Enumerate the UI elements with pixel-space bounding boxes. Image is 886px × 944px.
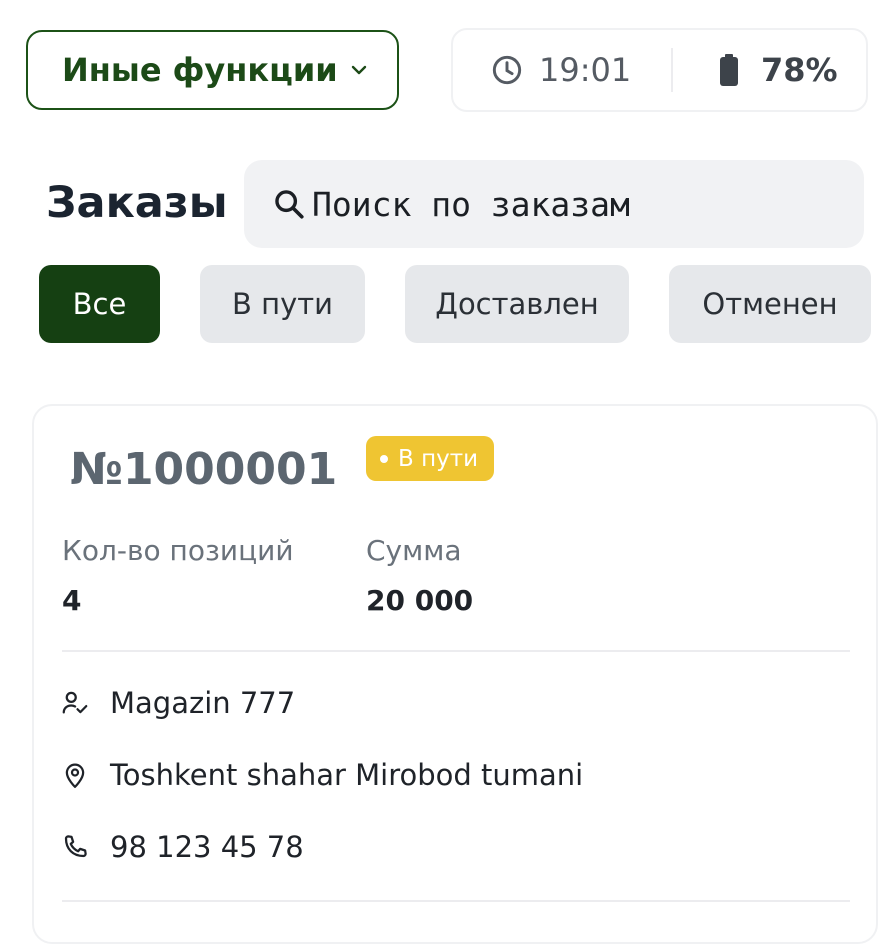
phone-row[interactable]: 98 123 45 78 bbox=[60, 830, 304, 864]
phone-icon bbox=[64, 835, 87, 858]
shop-name: Magazin 777 bbox=[110, 686, 296, 720]
tab-delivered-label: Доставлен bbox=[435, 287, 599, 321]
tab-cancelled[interactable]: Отменен bbox=[669, 265, 871, 343]
battery-icon bbox=[720, 54, 738, 86]
clock-icon bbox=[492, 55, 522, 85]
page-title: Заказы bbox=[46, 178, 228, 228]
other-functions-dropdown[interactable]: Иные функции bbox=[26, 30, 399, 110]
tab-in-transit-label: В пути bbox=[232, 287, 333, 321]
address-row: Toshkent shahar Mirobod tumani bbox=[60, 758, 583, 792]
time-status: 19:01 bbox=[453, 51, 671, 89]
card-divider-bottom bbox=[62, 900, 850, 902]
order-card[interactable]: №1000001 В пути Кол-во позиций 4 Сумма 2… bbox=[32, 404, 878, 944]
search-input[interactable] bbox=[312, 184, 832, 224]
sum-label: Сумма bbox=[366, 534, 462, 567]
location-pin-icon bbox=[65, 763, 85, 788]
search-icon bbox=[275, 190, 304, 219]
phone-number: 98 123 45 78 bbox=[110, 830, 304, 864]
status-widget: 19:01 78% bbox=[451, 28, 868, 112]
tab-in-transit[interactable]: В пути bbox=[200, 265, 365, 343]
tab-cancelled-label: Отменен bbox=[702, 287, 838, 321]
badge-dot-icon bbox=[380, 454, 388, 463]
time-text: 19:01 bbox=[539, 51, 632, 89]
battery-text: 78% bbox=[761, 51, 838, 89]
tab-all-label: Все bbox=[72, 287, 127, 321]
other-functions-label: Иные функции bbox=[62, 51, 338, 89]
sum-value: 20 000 bbox=[366, 584, 474, 617]
battery-status: 78% bbox=[673, 51, 838, 89]
shop-row: Magazin 777 bbox=[60, 686, 295, 720]
chevron-down-icon bbox=[351, 65, 367, 75]
user-check-icon bbox=[62, 691, 88, 714]
address-text: Toshkent shahar Mirobod tumani bbox=[110, 758, 584, 792]
status-badge: В пути bbox=[366, 436, 495, 481]
card-divider bbox=[62, 650, 850, 652]
order-number: №1000001 bbox=[70, 444, 338, 495]
tab-delivered[interactable]: Доставлен bbox=[405, 265, 629, 343]
search-box[interactable] bbox=[244, 160, 864, 248]
tab-all[interactable]: Все bbox=[39, 265, 160, 343]
positions-value: 4 bbox=[62, 584, 82, 617]
status-badge-label: В пути bbox=[398, 445, 479, 472]
positions-label: Кол-во позиций bbox=[62, 534, 294, 567]
